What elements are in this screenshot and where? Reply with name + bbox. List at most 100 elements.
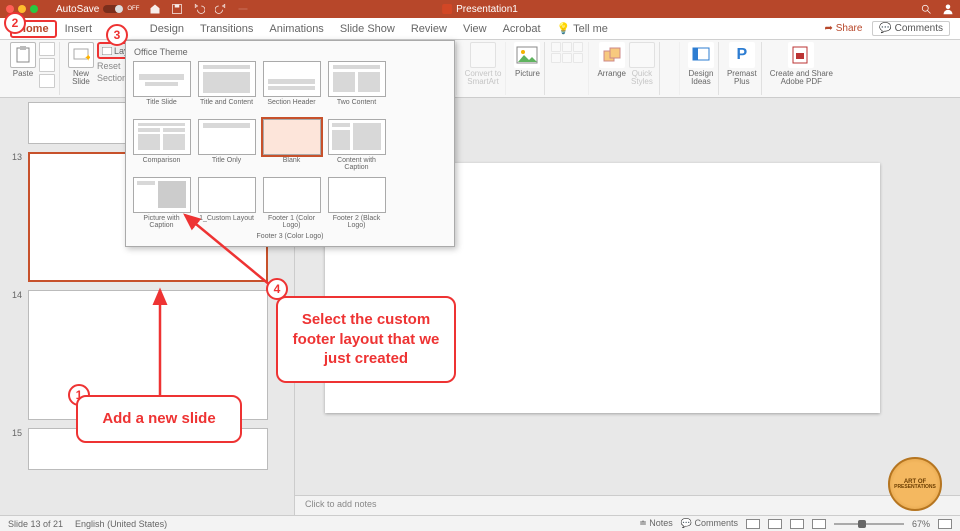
user-icon[interactable] [942,3,954,15]
layout-dropdown[interactable]: Office Theme Title Slide Title and Conte… [125,40,455,247]
smartart-group: Convert to SmartArt [461,42,507,95]
tab-insert[interactable]: Insert [57,20,101,38]
slideshow-view-button[interactable] [812,519,826,529]
convert-smartart-button[interactable] [470,42,496,68]
thumb-number: 15 [8,428,22,438]
reset-button[interactable]: Reset [97,61,121,71]
quick-styles-button[interactable] [629,42,655,68]
cut-button[interactable] [39,42,55,56]
share-button[interactable]: ➦ Share [825,23,863,34]
switch-icon[interactable] [103,5,123,13]
title-bar: AutoSave OFF Presentation1 [0,0,960,18]
maximize-icon[interactable] [30,5,38,13]
thumb-number: 13 [8,152,22,162]
layout-item-footer-color[interactable]: Footer 1 (Color Logo) [260,175,323,231]
paste-label: Paste [13,70,33,78]
picture-icon [516,46,538,64]
powerpoint-icon [442,4,452,14]
shapes-group [549,42,589,95]
reading-view-button[interactable] [790,519,804,529]
adobe-pdf-button[interactable] [788,42,814,68]
layout-item-blank[interactable]: Blank [260,117,323,173]
new-slide-label: New Slide [72,70,90,86]
annotation-badge-3: 3 [106,24,128,46]
save-icon[interactable] [171,3,183,15]
layout-item-title-only[interactable]: Title Only [195,117,258,173]
arrange-group: Arrange Quick Styles [593,42,659,95]
layout-item-footer-black[interactable]: Footer 2 (Black Logo) [325,175,388,231]
autosave-label: AutoSave [56,4,99,15]
layout-icon [102,47,112,55]
design-ideas-button[interactable] [688,42,714,68]
layout-item-custom[interactable]: 1_Custom Layout [195,175,258,231]
pdf-icon [790,45,812,65]
zoom-level[interactable]: 67% [912,519,930,529]
annotation-speech-4: Select the custom footer layout that we … [276,296,456,383]
adobe-group: Create and Share Adobe PDF [766,42,837,95]
format-painter-button[interactable] [39,74,55,88]
new-slide-button[interactable]: ✦ [68,42,94,68]
tab-transitions[interactable]: Transitions [192,20,261,38]
home-icon[interactable] [149,3,161,15]
layout-item-comparison[interactable]: Comparison [130,117,193,173]
doc-title: Presentation1 [456,4,518,15]
tab-slideshow[interactable]: Slide Show [332,20,403,38]
ribbon-tabs: Home Insert Draw Design Transitions Anim… [0,18,960,40]
copy-button[interactable] [39,58,55,72]
annotation-speech-1: Add a new slide [76,395,242,443]
tab-view[interactable]: View [455,20,495,38]
thumb-number: 14 [8,290,22,300]
qat-more-icon[interactable] [237,3,249,15]
layout-item-two-content[interactable]: Two Content [325,59,388,115]
clipboard-group: Paste [6,42,60,95]
design-ideas-icon [691,45,711,65]
minimize-icon[interactable] [18,5,26,13]
notes-placeholder: Click to add notes [305,499,377,509]
comments-status-button[interactable]: 💬 Comments [681,518,738,529]
section-button[interactable]: Section [97,73,127,83]
doc-title-wrap: Presentation1 [442,4,518,15]
tab-animations[interactable]: Animations [261,20,331,38]
layout-grid: Title Slide Title and Content Section He… [130,59,450,231]
clipboard-icon [14,46,32,64]
tab-design[interactable]: Design [142,20,192,38]
notes-button[interactable]: ≐ Notes [639,518,673,529]
arrange-button[interactable] [599,42,625,68]
layout-item-section-header[interactable]: Section Header [260,59,323,115]
comments-button[interactable]: 💬 Comments [872,21,950,36]
quick-access-toolbar [149,3,249,15]
design-ideas-group: Design Ideas [684,42,719,95]
undo-icon[interactable] [193,3,205,15]
language-status[interactable]: English (United States) [75,519,167,529]
arrange-icon [602,46,622,64]
redo-icon[interactable] [215,3,227,15]
new-slide-icon: ✦ [72,46,90,64]
notes-pane[interactable]: Click to add notes [295,495,960,515]
svg-text:✦: ✦ [84,53,90,64]
picture-group: Picture [510,42,545,95]
search-icon[interactable] [920,3,932,15]
layout-item-title-content[interactable]: Title and Content [195,59,258,115]
fit-window-button[interactable] [938,519,952,529]
zoom-slider[interactable] [834,523,904,525]
slide-position: Slide 13 of 21 [8,519,63,529]
layout-item-title-slide[interactable]: Title Slide [130,59,193,115]
layout-item-picture-caption[interactable]: Picture with Caption [130,175,193,231]
premast-button[interactable]: P [729,42,755,68]
brand-badge: ART OF PRESENTATIONS [888,457,942,511]
layout-item-footer3[interactable]: Footer 3 (Color Logo) [130,231,450,242]
paste-button[interactable] [10,42,36,68]
layout-item-content-caption[interactable]: Content with Caption [325,117,388,173]
sorter-view-button[interactable] [768,519,782,529]
status-bar: Slide 13 of 21 English (United States) ≐… [0,515,960,531]
picture-button[interactable] [514,42,540,68]
normal-view-button[interactable] [746,519,760,529]
tab-review[interactable]: Review [403,20,455,38]
tell-me[interactable]: 💡 Tell me [549,19,616,38]
layout-section-header: Office Theme [130,45,450,59]
tab-acrobat[interactable]: Acrobat [495,20,549,38]
premast-group: P Premast Plus [723,42,762,95]
shape-format-group [664,42,680,95]
annotation-badge-2: 2 [4,12,26,34]
autosave-toggle[interactable]: AutoSave OFF [56,4,139,15]
